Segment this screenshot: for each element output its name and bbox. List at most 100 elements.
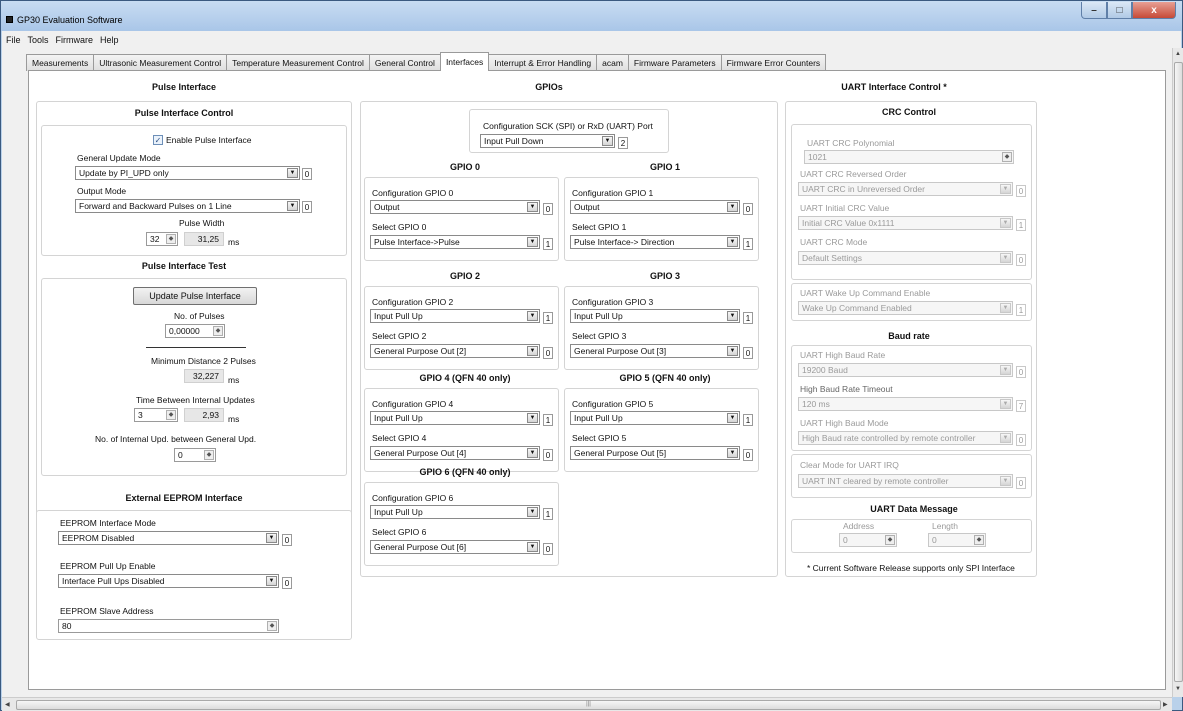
- scroll-left-icon[interactable]: ◀: [5, 701, 10, 708]
- tab-ultrasonic[interactable]: Ultrasonic Measurement Control: [93, 54, 228, 71]
- gpio-4-config-index: 1: [543, 414, 553, 426]
- gpio-5-select[interactable]: General Purpose Out [5] ▼: [570, 446, 740, 460]
- tab-firmware-error-counters[interactable]: Firmware Error Counters: [720, 54, 827, 71]
- high-baud-select[interactable]: 19200 Baud ▼: [798, 363, 1013, 377]
- menu-help[interactable]: Help: [100, 35, 119, 45]
- crc-reversed-select[interactable]: UART CRC in Unreversed Order ▼: [798, 182, 1013, 196]
- gpio-6-config-select[interactable]: Input Pull Up ▼: [370, 505, 540, 519]
- gpio-5-config-label: Configuration GPIO 5: [572, 399, 654, 409]
- gpio-1-title: GPIO 1: [649, 162, 680, 172]
- time-between-updates-value: 3: [138, 410, 143, 420]
- gpio-1-select-value: Pulse Interface-> Direction: [574, 237, 675, 247]
- crc-poly-spinner[interactable]: 1021 ◆: [804, 150, 1014, 164]
- pulse-width-spinner[interactable]: 32 ◆: [146, 232, 178, 246]
- spin-arrows-icon: ◆: [166, 410, 176, 420]
- gpio-0-config-select[interactable]: Output ▼: [370, 200, 540, 214]
- crc-reversed-index: 0: [1016, 185, 1026, 197]
- gpio-6-select[interactable]: General Purpose Out [6] ▼: [370, 540, 540, 554]
- tab-acam[interactable]: acam: [596, 54, 629, 71]
- min-distance-value: 32,227: [184, 369, 224, 383]
- chevron-down-icon: ▼: [727, 448, 738, 458]
- gpio-4-select[interactable]: General Purpose Out [4] ▼: [370, 446, 540, 460]
- gpio-3-title: GPIO 3: [649, 271, 680, 281]
- crc-initial-select[interactable]: Initial CRC Value 0x1111 ▼: [798, 216, 1013, 230]
- close-button[interactable]: x: [1132, 2, 1176, 19]
- horizontal-scroll-thumb[interactable]: |||: [16, 700, 1161, 710]
- vertical-scroll-thumb[interactable]: [1174, 62, 1183, 682]
- gpio-2-select[interactable]: General Purpose Out [2] ▼: [370, 344, 540, 358]
- vertical-scrollbar[interactable]: ▲ ▼: [1172, 48, 1183, 697]
- tab-temperature[interactable]: Temperature Measurement Control: [226, 54, 370, 71]
- chevron-down-icon: ▼: [1000, 399, 1011, 409]
- crc-mode-select[interactable]: Default Settings ▼: [798, 251, 1013, 265]
- output-mode-index: 0: [302, 201, 312, 213]
- gpio-5-config-select[interactable]: Input Pull Up ▼: [570, 411, 740, 425]
- tab-interrupt-error[interactable]: Interrupt & Error Handling: [488, 54, 598, 71]
- scroll-down-icon[interactable]: ▼: [1175, 686, 1181, 692]
- time-between-updates-unit: ms: [228, 414, 240, 424]
- eeprom-pullup-select[interactable]: Interface Pull Ups Disabled ▼: [58, 574, 279, 588]
- menu-file[interactable]: File: [6, 35, 21, 45]
- crc-reversed-value: UART CRC in Unreversed Order: [802, 184, 925, 194]
- menu-firmware[interactable]: Firmware: [56, 35, 94, 45]
- chevron-down-icon: ▼: [266, 533, 277, 543]
- gpio-3-config-select[interactable]: Input Pull Up ▼: [570, 309, 740, 323]
- tab-measurements[interactable]: Measurements: [26, 54, 95, 71]
- gpio-1-select[interactable]: Pulse Interface-> Direction ▼: [570, 235, 740, 249]
- gpio-5-title: GPIO 5 (QFN 40 only): [619, 373, 711, 383]
- enable-pulse-checkbox[interactable]: ✓: [153, 135, 163, 145]
- menu-tools[interactable]: Tools: [28, 35, 49, 45]
- crc-mode-label: UART CRC Mode: [800, 237, 868, 247]
- time-between-updates-spinner[interactable]: 3 ◆: [134, 408, 178, 422]
- clear-mode-select[interactable]: UART INT cleared by remote controller ▼: [798, 474, 1013, 488]
- gpio-3-select[interactable]: General Purpose Out [3] ▼: [570, 344, 740, 358]
- maximize-button[interactable]: □: [1107, 2, 1132, 19]
- eeprom-mode-select[interactable]: EEPROM Disabled ▼: [58, 531, 279, 545]
- spin-arrows-icon: ◆: [885, 535, 895, 545]
- crc-mode-index: 0: [1016, 254, 1026, 266]
- minimize-button[interactable]: –: [1081, 2, 1107, 19]
- gpio-4-config-select[interactable]: Input Pull Up ▼: [370, 411, 540, 425]
- output-mode-select[interactable]: Forward and Backward Pulses on 1 Line ▼: [75, 199, 300, 213]
- scroll-right-icon[interactable]: ▶: [1163, 701, 1168, 708]
- eeprom-slave-spinner[interactable]: 80 ◆: [58, 619, 279, 633]
- update-mode-index: 0: [302, 168, 312, 180]
- min-distance-label: Minimum Distance 2 Pulses: [151, 356, 256, 366]
- chevron-down-icon: ▼: [727, 413, 738, 423]
- output-mode-label: Output Mode: [77, 186, 127, 196]
- gpio-1-select-label: Select GPIO 1: [572, 222, 627, 232]
- update-mode-select[interactable]: Update by PI_UPD only ▼: [75, 166, 300, 180]
- baud-title: Baud rate: [888, 331, 930, 341]
- gpio-1-config-select[interactable]: Output ▼: [570, 200, 740, 214]
- update-pulse-interface-button[interactable]: Update Pulse Interface: [133, 287, 257, 305]
- scroll-up-icon[interactable]: ▲: [1175, 51, 1181, 57]
- tab-firmware-parameters[interactable]: Firmware Parameters: [627, 54, 722, 71]
- chevron-down-icon: ▼: [1000, 433, 1011, 443]
- enable-pulse-label: Enable Pulse Interface: [166, 135, 252, 145]
- gpio-5-config-index: 1: [743, 414, 753, 426]
- gpio-2-config-select[interactable]: Input Pull Up ▼: [370, 309, 540, 323]
- tab-general-control[interactable]: General Control: [368, 54, 441, 71]
- spin-arrows-icon: ◆: [267, 621, 277, 631]
- tab-interfaces[interactable]: Interfaces: [439, 52, 490, 71]
- data-message-title: UART Data Message: [870, 504, 958, 514]
- no-of-pulses-spinner[interactable]: 0,00000 ◆: [165, 324, 225, 338]
- horizontal-scrollbar[interactable]: ◀ ||| ▶: [2, 697, 1172, 711]
- address-spinner[interactable]: 0 ◆: [839, 533, 897, 547]
- high-baud-timeout-value: 120 ms: [802, 399, 830, 409]
- length-spinner[interactable]: 0 ◆: [928, 533, 986, 547]
- high-baud-mode-select[interactable]: High Baud rate controlled by remote cont…: [798, 431, 1013, 445]
- gpio-6-select-value: General Purpose Out [6]: [374, 542, 467, 552]
- chevron-down-icon: ▼: [527, 311, 538, 321]
- gpio-0-select[interactable]: Pulse Interface->Pulse ▼: [370, 235, 540, 249]
- length-label: Length: [932, 521, 958, 531]
- chevron-down-icon: ▼: [727, 202, 738, 212]
- gpio-0-config-label: Configuration GPIO 0: [372, 188, 454, 198]
- high-baud-timeout-select[interactable]: 120 ms ▼: [798, 397, 1013, 411]
- gpio-3-config-label: Configuration GPIO 3: [572, 297, 654, 307]
- wake-select[interactable]: Wake Up Command Enabled ▼: [798, 301, 1013, 315]
- internal-updates-spinner[interactable]: 0 ◆: [174, 448, 216, 462]
- sck-select[interactable]: Input Pull Down ▼: [480, 134, 615, 148]
- chevron-down-icon: ▼: [527, 448, 538, 458]
- gpio-4-select-value: General Purpose Out [4]: [374, 448, 467, 458]
